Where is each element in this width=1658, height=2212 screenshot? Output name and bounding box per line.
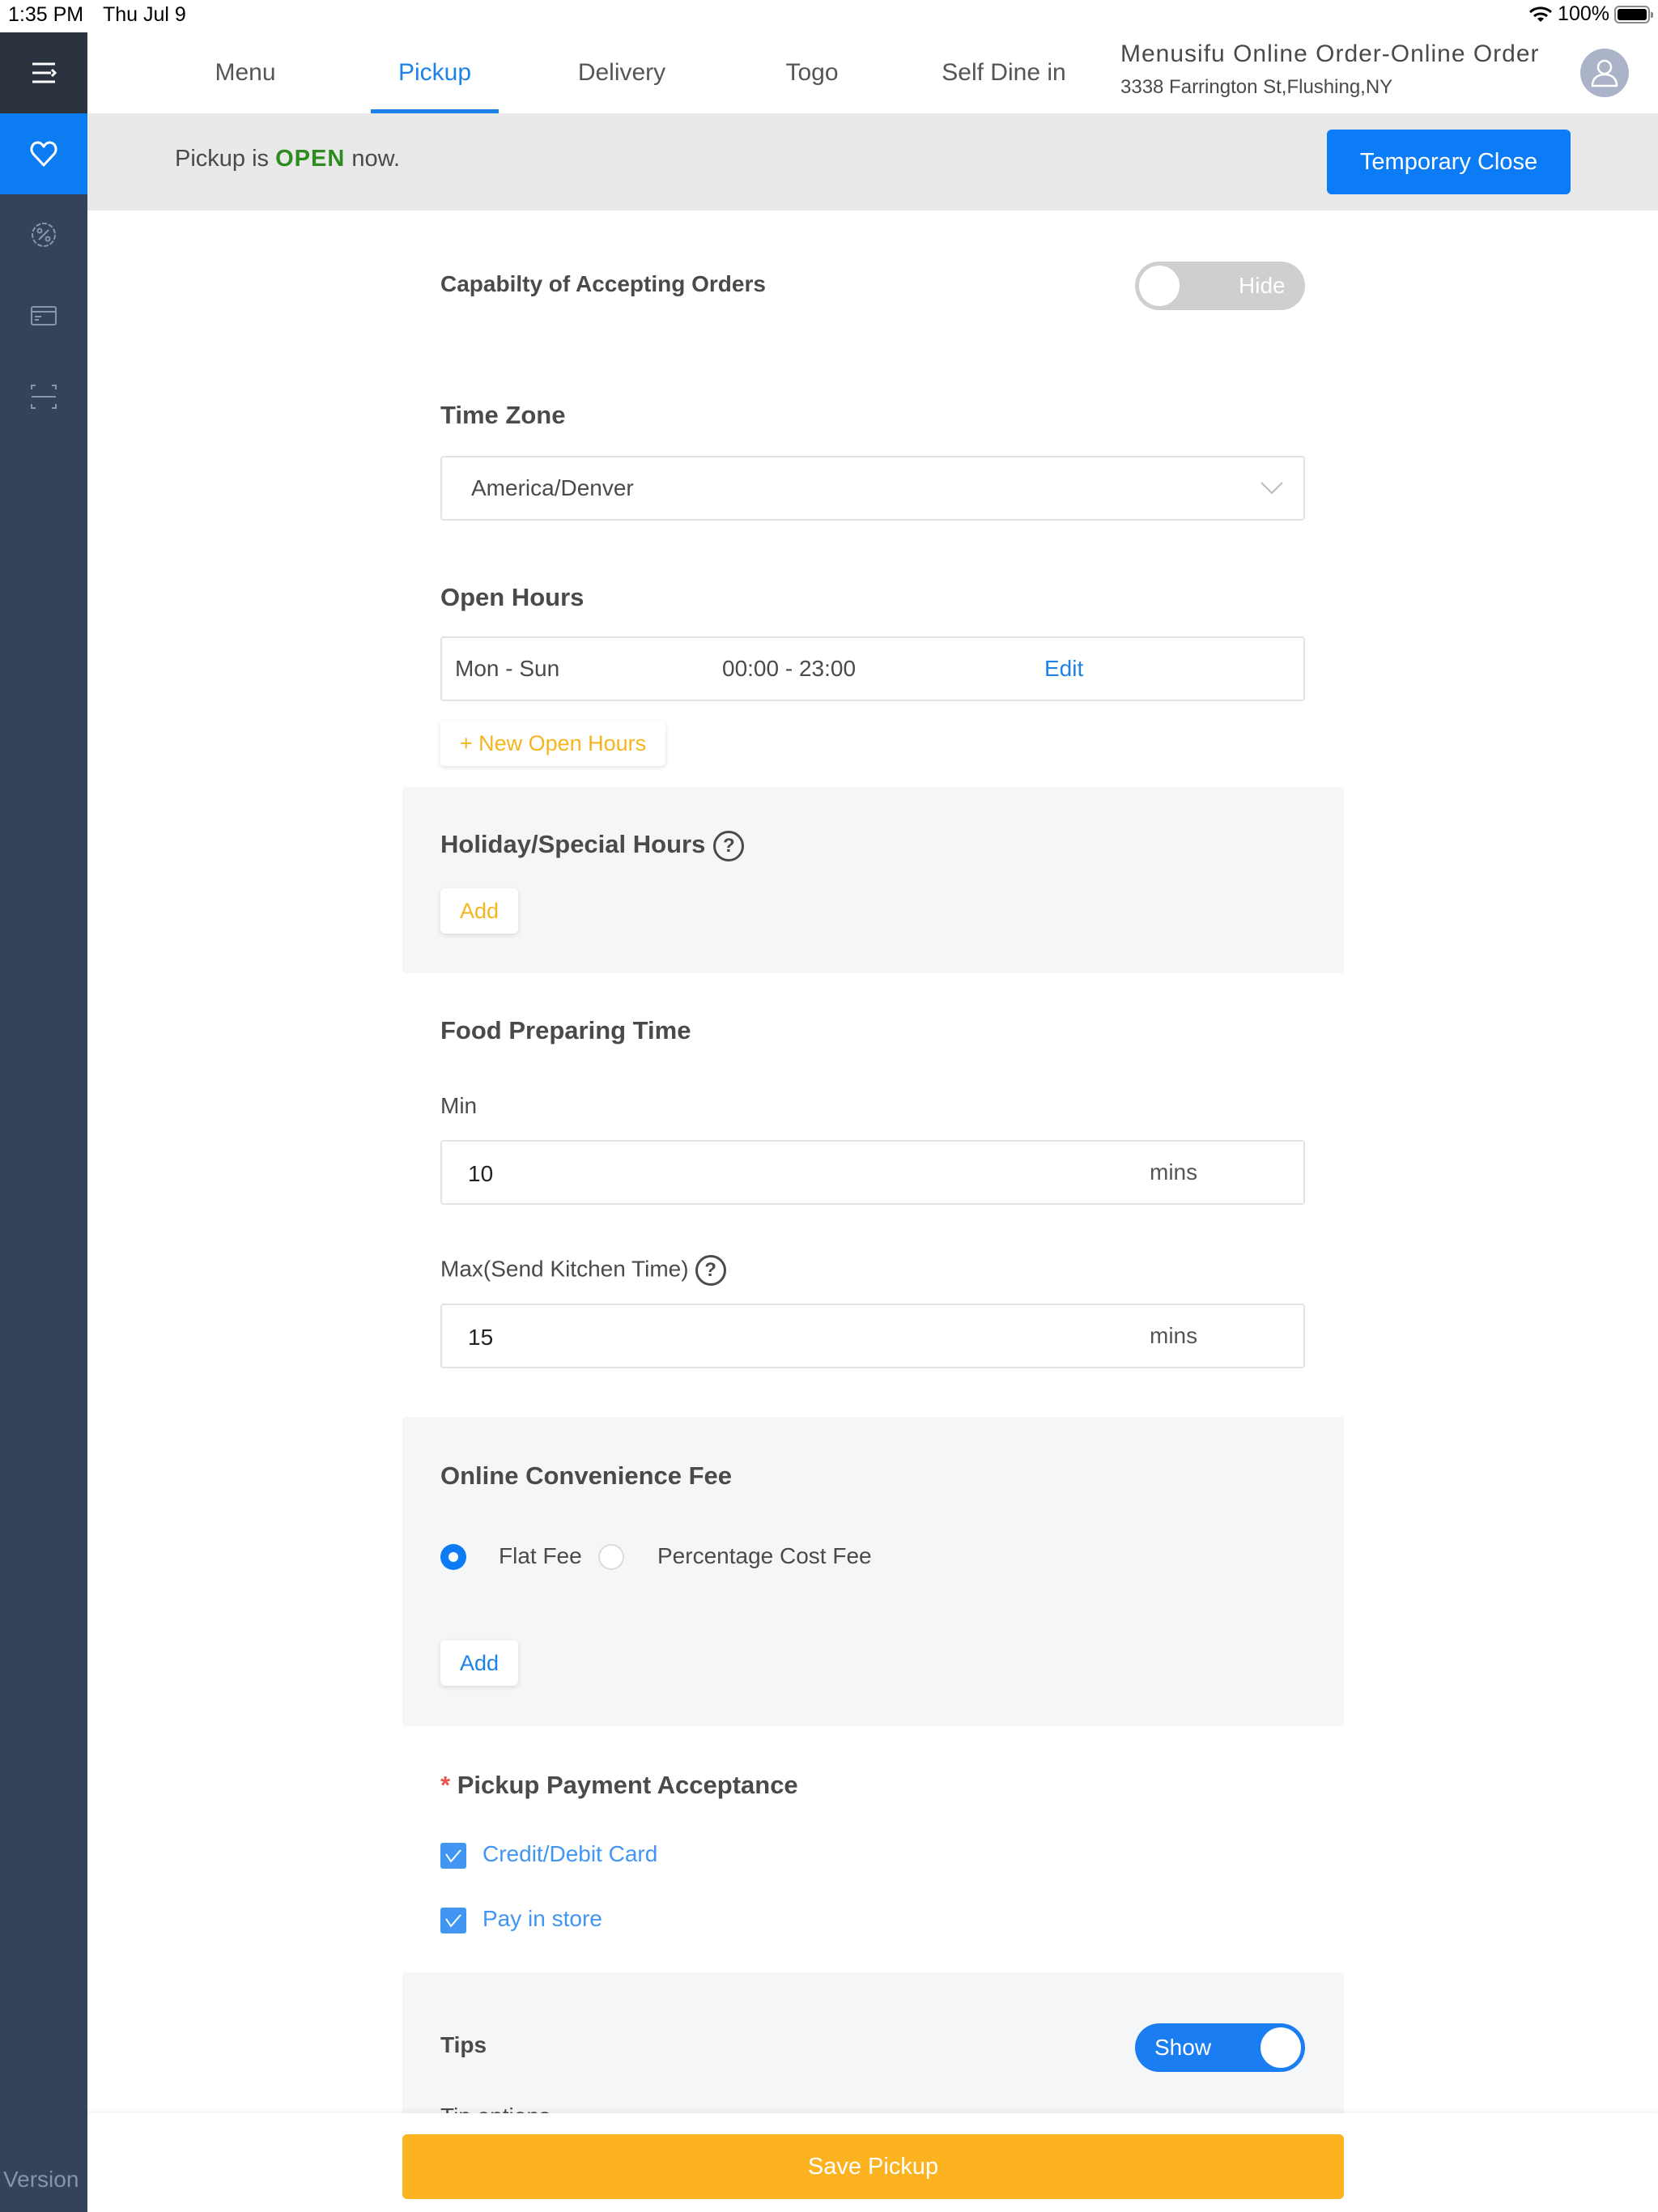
flat-fee-radio[interactable]	[440, 1544, 466, 1570]
help-icon[interactable]: ?	[713, 830, 745, 861]
time-zone-label: Time Zone	[440, 401, 566, 429]
pay-in-store-checkbox[interactable]	[440, 1908, 466, 1933]
tab-pickup[interactable]: Pickup	[371, 32, 499, 113]
scan-icon	[31, 385, 57, 409]
open-hours-label: Open Hours	[440, 583, 585, 611]
min-unit: mins	[1150, 1159, 1198, 1185]
toggle-knob	[1261, 2027, 1301, 2068]
status-bar: 1:35 PM Thu Jul 9 100%	[0, 0, 1658, 32]
open-hours-time: 00:00 - 23:00	[722, 656, 857, 681]
food-preparing-time-label: Food Preparing Time	[440, 1016, 691, 1044]
accepting-orders-toggle[interactable]: Hide	[1135, 262, 1305, 310]
percentage-fee-radio[interactable]	[598, 1544, 624, 1570]
battery-icon	[1614, 5, 1653, 23]
checkmark-icon	[445, 1849, 461, 1863]
sidebar-item-discounts[interactable]	[0, 194, 87, 275]
pay-in-store-label[interactable]: Pay in store	[483, 1906, 602, 1932]
toggle-label: Show	[1154, 2035, 1212, 2060]
toggle-knob	[1139, 266, 1180, 306]
status-date: Thu Jul 9	[103, 3, 186, 26]
save-pickup-button[interactable]: Save Pickup	[402, 2134, 1344, 2199]
store-address: 3338 Farrington St,Flushing,NY	[1120, 76, 1393, 98]
percentage-fee-label[interactable]: Percentage Cost Fee	[657, 1543, 872, 1569]
tab-self-dine-in[interactable]: Self Dine in	[907, 32, 1101, 113]
wifi-icon	[1529, 6, 1553, 22]
checkmark-icon	[445, 1914, 461, 1928]
pickup-status-text: Pickup is OPEN now.	[175, 146, 400, 172]
tips-label: Tips	[440, 2032, 487, 2057]
open-hours-days: Mon - Sun	[455, 656, 560, 681]
max-prep-time-input[interactable]: 15 mins	[440, 1304, 1305, 1368]
credit-card-checkbox[interactable]	[440, 1843, 466, 1869]
max-label: Max(Send Kitchen Time)?	[440, 1255, 726, 1286]
sidebar: Version	[0, 32, 87, 2212]
tab-delivery[interactable]: Delivery	[557, 32, 687, 113]
status-prefix: Pickup is	[175, 146, 270, 172]
help-icon[interactable]: ?	[695, 1255, 726, 1286]
holiday-hours-title: Holiday/Special Hours	[440, 830, 706, 858]
temporary-close-button[interactable]: Temporary Close	[1327, 130, 1571, 194]
max-label-text: Max(Send Kitchen Time)	[440, 1256, 689, 1282]
holiday-hours-label: Holiday/Special Hours?	[440, 830, 745, 861]
accepting-orders-label: Capabilty of Accepting Orders	[440, 271, 766, 296]
header: Menu Pickup Delivery Togo Self Dine in M…	[87, 32, 1658, 113]
max-unit: mins	[1150, 1323, 1198, 1348]
status-badge: OPEN	[275, 146, 346, 172]
min-prep-time-value: 10	[468, 1161, 494, 1186]
battery-percent: 100%	[1558, 2, 1609, 25]
sidebar-item-favorites[interactable]	[0, 113, 87, 194]
sidebar-item-payments[interactable]	[0, 275, 87, 356]
heart-icon	[30, 141, 57, 167]
min-prep-time-input[interactable]: 10 mins	[440, 1140, 1305, 1205]
toggle-label: Hide	[1239, 273, 1286, 298]
tips-toggle[interactable]: Show	[1135, 2023, 1305, 2072]
pickup-settings-form: Capabilty of Accepting Orders Hide Time …	[0, 0, 1658, 2212]
footer-bar: Save Pickup	[87, 2113, 1658, 2212]
add-convenience-fee-button[interactable]: Add	[440, 1640, 518, 1686]
required-mark: *	[440, 1771, 451, 1799]
chevron-down-icon	[1261, 482, 1283, 495]
avatar[interactable]	[1580, 49, 1629, 97]
edit-open-hours-link[interactable]: Edit	[1044, 656, 1083, 682]
payment-acceptance-title: Pickup Payment Acceptance	[457, 1771, 798, 1799]
tab-togo[interactable]: Togo	[747, 32, 877, 113]
card-icon	[31, 306, 57, 325]
menu-expand-icon	[32, 62, 57, 83]
status-suffix: now.	[351, 146, 401, 172]
status-time: 1:35 PM	[8, 3, 84, 26]
convenience-fee-label: Online Convenience Fee	[440, 1461, 733, 1490]
holiday-hours-panel	[402, 787, 1344, 973]
discount-badge-icon	[32, 223, 56, 247]
store-name: Menusifu Online Order-Online Order	[1120, 40, 1540, 67]
credit-card-label[interactable]: Credit/Debit Card	[483, 1841, 657, 1867]
sidebar-item-scan[interactable]	[0, 356, 87, 437]
new-open-hours-button[interactable]: + New Open Hours	[440, 721, 665, 766]
menu-toggle-button[interactable]	[0, 32, 87, 113]
status-banner: Pickup is OPEN now. Temporary Close	[87, 113, 1658, 211]
version-label: Version	[3, 2167, 79, 2192]
user-icon	[1591, 59, 1618, 87]
time-zone-select[interactable]: America/Denver	[440, 456, 1305, 521]
open-hours-row: Mon - Sun 00:00 - 23:00 Edit	[440, 636, 1305, 701]
tab-menu[interactable]: Menu	[181, 32, 310, 113]
flat-fee-label[interactable]: Flat Fee	[499, 1543, 582, 1569]
add-holiday-hours-button[interactable]: Add	[440, 888, 518, 934]
min-label: Min	[440, 1093, 478, 1118]
max-prep-time-value: 15	[468, 1325, 494, 1350]
time-zone-value: America/Denver	[471, 475, 634, 500]
payment-acceptance-label: * Pickup Payment Acceptance	[440, 1771, 798, 1800]
status-right: 100%	[1528, 2, 1653, 26]
